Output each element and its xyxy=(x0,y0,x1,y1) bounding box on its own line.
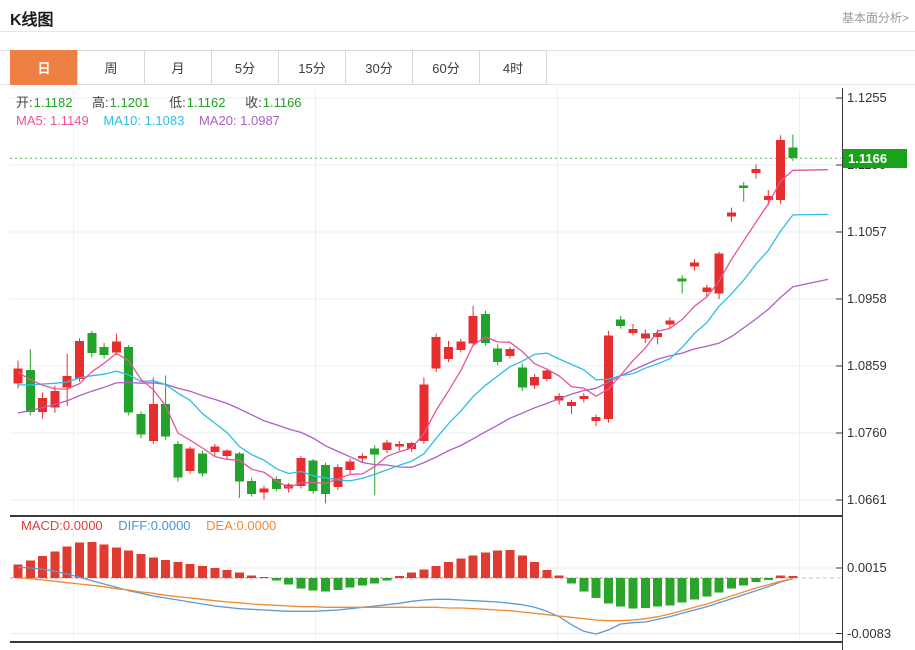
price-axis-label: 1.1057 xyxy=(847,224,887,239)
price-axis-label: 1.0760 xyxy=(847,425,887,440)
tab-month[interactable]: 月 xyxy=(144,50,212,85)
tab-5min[interactable]: 5分 xyxy=(211,50,279,85)
tab-15min[interactable]: 15分 xyxy=(278,50,346,85)
tab-4hour[interactable]: 4时 xyxy=(479,50,547,85)
tab-60min[interactable]: 60分 xyxy=(412,50,480,85)
tab-day[interactable]: 日 xyxy=(10,50,78,85)
open-label: 开: xyxy=(16,95,33,110)
price-axis-label: 1.0958 xyxy=(847,291,887,306)
close-value: 1.1166 xyxy=(262,95,302,110)
diff-value-label: DIFF:0.0000 xyxy=(118,518,191,533)
fundamental-analysis-link[interactable]: 基本面分析> xyxy=(842,9,909,26)
high-label: 高: xyxy=(92,95,109,110)
chart-bottom-border xyxy=(10,641,843,643)
macd-axis-label: 0.0015 xyxy=(847,560,887,575)
tab-week[interactable]: 周 xyxy=(77,50,145,85)
close-label: 收: xyxy=(245,95,262,110)
ma5-legend: MA5: 1.1149 xyxy=(16,113,89,128)
header-divider xyxy=(0,31,915,32)
high-value: 1.1201 xyxy=(109,95,150,110)
price-axis-label: 1.0859 xyxy=(847,358,887,373)
candlestick-chart[interactable] xyxy=(0,88,915,516)
macd-value-label: MACD:0.0000 xyxy=(21,518,103,533)
current-price-badge: 1.1166 xyxy=(843,149,907,168)
dea-value-label: DEA:0.0000 xyxy=(206,518,277,533)
price-axis-label: 1.1255 xyxy=(847,90,887,105)
price-axis-label: 1.0661 xyxy=(847,492,887,507)
panel-divider xyxy=(10,515,843,517)
open-value: 1.1182 xyxy=(33,95,73,110)
macd-readout: MACD:0.0000 DIFF:0.0000 DEA:0.0000 xyxy=(21,518,288,533)
ohlc-readout: 开:1.1182 高:1.1201 低:1.1162 收:1.1166 xyxy=(16,92,318,111)
macd-axis-label: -0.0083 xyxy=(847,626,892,641)
low-value: 1.1162 xyxy=(186,95,226,110)
low-label: 低: xyxy=(169,95,186,110)
tab-30min[interactable]: 30分 xyxy=(345,50,413,85)
ma-legend: MA5: 1.1149 MA10: 1.1083 MA20: 1.0987 xyxy=(16,113,291,128)
period-tabbar: 日 周 月 5分 15分 30分 60分 4时 xyxy=(10,50,547,85)
page-title: K线图 xyxy=(10,12,54,29)
macd-chart[interactable] xyxy=(0,516,915,650)
ma10-legend: MA10: 1.1083 xyxy=(103,113,185,128)
ma20-legend: MA20: 1.0987 xyxy=(198,113,280,128)
